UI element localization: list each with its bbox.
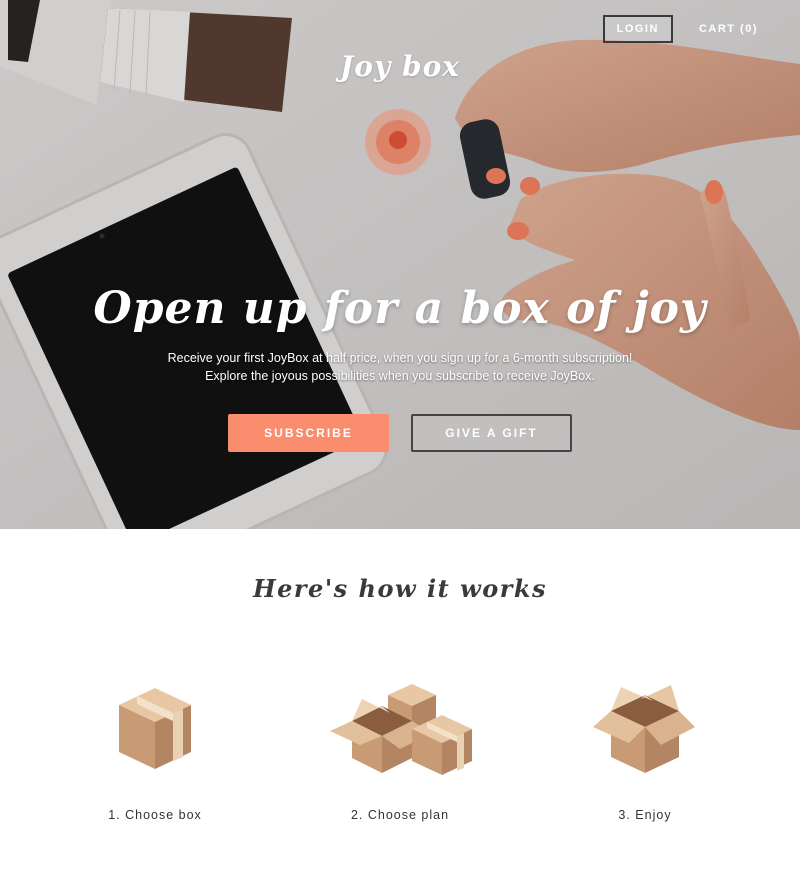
step-label: 3. Enjoy	[618, 808, 672, 822]
hero-cta-row: SUBSCRIBE GIVE A GIFT	[228, 414, 573, 452]
open-box-icon	[593, 685, 695, 773]
top-nav: LOGIN CART (0)	[602, 15, 758, 43]
give-a-gift-button[interactable]: GIVE A GIFT	[411, 414, 572, 452]
step-label: 2. Choose plan	[350, 808, 450, 822]
hero-section: Joy box LOGIN CART (0) Open up for a box…	[0, 0, 800, 529]
cart-link[interactable]: CART (0)	[699, 23, 758, 35]
step-label: 1. Choose box	[108, 808, 202, 822]
boxes-icon	[330, 684, 472, 775]
subscribe-button[interactable]: SUBSCRIBE	[228, 414, 389, 452]
hero-subtext: Receive your first JoyBox at half price,…	[0, 349, 800, 385]
hero-subtext-line-1: Receive your first JoyBox at half price,…	[167, 351, 633, 365]
how-it-works-title: Here's how it works	[252, 574, 548, 603]
closed-box-icon	[119, 688, 191, 769]
hero-headline: Open up for a box of joy	[93, 283, 707, 334]
login-button[interactable]: LOGIN	[602, 15, 673, 43]
brand-logo[interactable]: Joy box	[0, 50, 800, 83]
hero-subtext-line-2: Explore the joyous possibilities when yo…	[205, 369, 595, 383]
